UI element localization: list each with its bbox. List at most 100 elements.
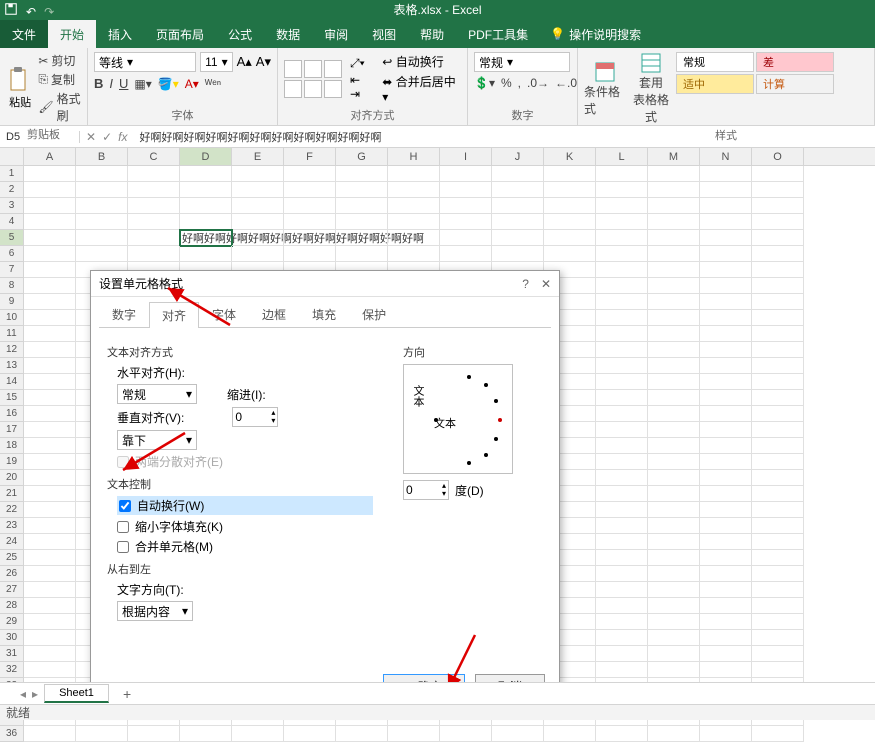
cell[interactable] [232,198,284,214]
cell[interactable] [284,182,336,198]
cell[interactable] [752,502,804,518]
cell[interactable] [596,310,648,326]
cell[interactable] [284,246,336,262]
cell[interactable] [648,214,700,230]
cell[interactable] [752,182,804,198]
row-header-32[interactable]: 32 [0,662,24,678]
row-header-10[interactable]: 10 [0,310,24,326]
cell[interactable] [596,246,648,262]
row-header-20[interactable]: 20 [0,470,24,486]
col-header-B[interactable]: B [76,148,128,165]
cell[interactable] [284,214,336,230]
cell[interactable] [180,726,232,742]
cell[interactable] [648,566,700,582]
cell[interactable] [752,470,804,486]
col-header-G[interactable]: G [336,148,388,165]
cell[interactable] [388,246,440,262]
row-header-18[interactable]: 18 [0,438,24,454]
underline-button[interactable]: U [119,76,128,91]
cell[interactable] [752,518,804,534]
cell[interactable] [648,374,700,390]
cell[interactable] [24,646,76,662]
cell[interactable] [700,566,752,582]
cell[interactable] [752,422,804,438]
cell[interactable] [648,182,700,198]
menu-data[interactable]: 数据 [264,20,312,48]
menu-view[interactable]: 视图 [360,20,408,48]
cell[interactable] [544,198,596,214]
cell[interactable] [648,630,700,646]
cell[interactable] [596,614,648,630]
row-header-17[interactable]: 17 [0,422,24,438]
row-header-8[interactable]: 8 [0,278,24,294]
cell[interactable] [596,374,648,390]
cell[interactable] [440,198,492,214]
cell[interactable] [492,726,544,742]
cell[interactable] [648,422,700,438]
cell[interactable] [700,502,752,518]
cell[interactable] [648,358,700,374]
cell[interactable] [76,198,128,214]
menu-insert[interactable]: 插入 [96,20,144,48]
menu-layout[interactable]: 页面布局 [144,20,216,48]
cell[interactable] [24,502,76,518]
cell[interactable] [284,230,336,246]
cell[interactable] [648,326,700,342]
align-grid[interactable] [284,60,342,98]
cell[interactable] [24,214,76,230]
cell[interactable] [752,614,804,630]
cell[interactable] [596,326,648,342]
row-header-29[interactable]: 29 [0,614,24,630]
cell[interactable] [24,566,76,582]
row-header-6[interactable]: 6 [0,246,24,262]
cell[interactable] [752,230,804,246]
style-calc[interactable]: 计算 [756,74,834,94]
cell[interactable] [700,374,752,390]
cell[interactable] [76,214,128,230]
cell[interactable] [232,246,284,262]
cell[interactable] [596,262,648,278]
cell[interactable] [76,246,128,262]
cell[interactable] [596,182,648,198]
cell[interactable] [752,358,804,374]
cell[interactable] [596,406,648,422]
cell[interactable] [700,598,752,614]
cell[interactable] [596,502,648,518]
cell[interactable] [440,230,492,246]
tab-protect[interactable]: 保护 [349,301,399,327]
copy-button[interactable]: ⎘复制 [38,71,81,88]
cell[interactable] [596,662,648,678]
cell[interactable] [700,518,752,534]
cell[interactable] [648,310,700,326]
orientation-control[interactable]: 文本 文本 [403,364,513,474]
wrap-checkbox[interactable] [119,500,131,512]
name-box[interactable]: D5 [0,131,80,143]
cell[interactable] [700,614,752,630]
cell[interactable] [388,230,440,246]
cell[interactable] [700,646,752,662]
row-header-36[interactable]: 36 [0,726,24,742]
cell[interactable] [24,470,76,486]
menu-home[interactable]: 开始 [48,20,96,48]
cell[interactable] [180,182,232,198]
cell[interactable] [24,278,76,294]
cell[interactable] [648,406,700,422]
inc-decimal-button[interactable]: .0→ [527,76,549,90]
number-format-select[interactable]: 常规▾ [474,52,570,72]
cell[interactable] [596,598,648,614]
dec-decimal-button[interactable]: ←.0 [555,76,577,90]
sheet-nav-next-icon[interactable]: ▸ [32,687,38,701]
col-header-D[interactable]: D [180,148,232,165]
style-good[interactable]: 适中 [676,74,754,94]
sheet-nav-prev-icon[interactable]: ◂ [20,687,26,701]
cell[interactable] [596,278,648,294]
cell[interactable] [596,230,648,246]
row-header-27[interactable]: 27 [0,582,24,598]
row-header-19[interactable]: 19 [0,454,24,470]
cell[interactable] [648,598,700,614]
cell[interactable] [752,726,804,742]
row-header-21[interactable]: 21 [0,486,24,502]
cell[interactable] [492,166,544,182]
cell[interactable] [752,582,804,598]
font-name-select[interactable]: 等线▾ [94,52,196,72]
